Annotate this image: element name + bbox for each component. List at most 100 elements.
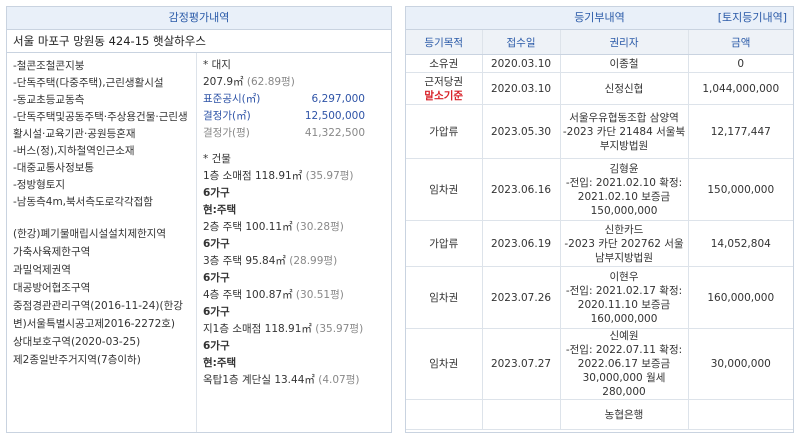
- floor-households: 6가구: [203, 272, 230, 284]
- condition-list: -철콘조철콘지붕 -단독주택(다중주택),근린생활시설 -동교초등교동측 -단독주택및…: [13, 58, 191, 211]
- zoning-item: 상대보호구역(2020-03-25): [13, 336, 141, 348]
- zoning-list: (한강)폐기물매립시설설치제한지역 가축사육제한구역 과밀억제권역 대공방어협조구역 중…: [13, 225, 191, 369]
- condition-item: -정방형토지: [13, 179, 66, 191]
- registry-holder-line: 2022.06.17 보증금: [577, 358, 671, 370]
- registry-purpose: 가압류: [429, 125, 459, 138]
- floor-row: 2층 주택 100.11㎡ (30.28평): [203, 219, 386, 236]
- registry-header: 등기부내역 [토지등기내역]: [406, 7, 793, 30]
- registry-purpose: 근저당권: [424, 75, 464, 88]
- registry-purpose: 임차권: [429, 291, 459, 304]
- registry-holder-cell: 김형윤 -전입: 2021.02.10 확정: 2021.02.10 보증금 150,…: [560, 158, 689, 221]
- registry-purpose: 소유권: [429, 57, 459, 70]
- registry-title: 등기부내역: [574, 11, 625, 24]
- building-label: * 건물: [203, 153, 231, 165]
- condition-item: -대중교통사정보통: [13, 162, 95, 174]
- registry-purpose: 임차권: [429, 183, 459, 196]
- registry-amount: 12,177,447: [688, 104, 793, 159]
- col-date: 접수일: [482, 30, 561, 55]
- floor-current-use: 현:주택: [203, 357, 237, 369]
- registry-amount: 1,044,000,000: [688, 72, 793, 105]
- registry-holder-cell: 이현우 -전입: 2021.02.17 확정: 2020.11.10 보증금 160,…: [560, 266, 689, 329]
- floor-row: 1층 소매점 118.91㎡ (35.97평): [203, 168, 386, 185]
- official-price-label: 표준공시(㎡): [203, 93, 261, 105]
- registry-holder-line: -전입: 2021.02.10 확정:: [565, 176, 683, 189]
- registry-amount: 150,000,000: [688, 158, 793, 221]
- zoning-item: 제2종일반주거지역(7층이하): [13, 354, 141, 366]
- col-purpose: 등기목적: [406, 30, 483, 55]
- decision-pyeong-label: 결정가(평): [203, 127, 250, 139]
- zoning-item: (한강)폐기물매립시설설치제한지역: [13, 228, 167, 240]
- registry-holder-line: 남부지방법원: [595, 251, 653, 264]
- appraisal-header: 감정평가내역: [7, 7, 391, 30]
- registry-date: 2023.06.16: [482, 158, 561, 221]
- registry-holder-line: 160,000,000: [590, 312, 658, 325]
- registry-purpose: 임차권: [429, 358, 459, 370]
- registry-date: [482, 399, 561, 430]
- registry-purpose-cell: 소유권: [406, 54, 483, 73]
- land-registry-link[interactable]: [토지등기내역]: [718, 7, 787, 29]
- zoning-item: 대공방어협조구역: [13, 282, 91, 294]
- decision-price-value: 12,500,000: [304, 110, 365, 122]
- registry-purpose-cell: 근저당권 말소기준: [406, 72, 483, 105]
- registry-row: 근저당권 말소기준 2020.03.10 신정신협 1,044,000,000: [406, 72, 793, 105]
- registry-holder-line: -2023 카단 202762 서울: [564, 237, 684, 250]
- registry-date: 2023.06.19: [482, 220, 561, 267]
- registry-holder-line: 농협은행: [604, 408, 644, 421]
- registry-row: 임차권 2023.07.27 신예원 -전입: 2022.07.11 확정: 2022.…: [406, 328, 793, 400]
- registry-holder-cell: 신예원 -전입: 2022.07.11 확정: 2022.06.17 보증금 30,0…: [560, 328, 689, 400]
- condition-item: -철콘조철콘지붕: [13, 60, 85, 72]
- floor-list: 1층 소매점 118.91㎡ (35.97평) 6가구 현:주택 2층 주택 100.…: [203, 168, 386, 389]
- valuation-details: * 대지 207.9㎡ (62.89평) 표준공시(㎡) 6,297,000 결정…: [197, 53, 391, 432]
- registry-holder-line: -전입: 2022.07.11 확정:: [565, 344, 683, 356]
- registry-purpose-cell: [406, 399, 483, 430]
- property-address: 서울 마포구 망원동 424-15 햇살하우스: [7, 30, 391, 53]
- registry-row: 가압류 2023.06.19 신한카드 -2023 카단 202762 서울 남부지방법…: [406, 220, 793, 267]
- cancellation-basis-badge: 말소기준: [424, 89, 464, 102]
- floor-row: 4층 주택 100.87㎡ (30.51평): [203, 287, 386, 304]
- condition-item: -남동측4m,북서측도로각각접함: [13, 196, 153, 208]
- floor-households: 6가구: [203, 187, 230, 199]
- condition-item: -동교초등교동측: [13, 94, 85, 106]
- registry-date: 2023.05.30: [482, 104, 561, 159]
- condition-item: -단독주택및공동주택·주상용건물·근린생활시설·교육기관·공원등혼재: [13, 111, 188, 140]
- registry-row: 임차권 2023.07.26 이현우 -전입: 2021.02.17 확정: 2020.…: [406, 266, 793, 329]
- condition-item: -단독주택(다중주택),근린생활시설: [13, 77, 164, 89]
- registry-purpose-cell: 임차권: [406, 328, 483, 400]
- official-price-row: 표준공시(㎡) 6,297,000: [203, 91, 365, 108]
- registry-purpose-cell: 임차권: [406, 266, 483, 329]
- decision-price-label: 결정가(㎡): [203, 110, 251, 122]
- appraisal-panel: 감정평가내역 서울 마포구 망원동 424-15 햇살하우스 -철콘조철콘지붕 -…: [6, 6, 392, 433]
- floor-pyeong: (35.97평): [305, 170, 354, 182]
- registry-holder-line: 신정신협: [604, 82, 644, 95]
- registry-holder-line: 이종철: [609, 57, 639, 70]
- floor-pyeong: (28.99평): [289, 255, 338, 267]
- floor-households: 6가구: [203, 238, 230, 250]
- registry-holder-cell: 농협은행: [560, 399, 689, 430]
- registry-holder-line: -전입: 2021.02.17 확정:: [565, 284, 683, 297]
- registry-holder-cell: 신한카드 -2023 카단 202762 서울 남부지방법원: [560, 220, 689, 267]
- decision-price-row: 결정가(㎡) 12,500,000: [203, 108, 365, 125]
- registry-purpose: 가압류: [429, 237, 459, 250]
- floor-pyeong: (4.07평): [318, 374, 360, 386]
- appraisal-title: 감정평가내역: [168, 11, 230, 24]
- floor-current-use: 현:주택: [203, 204, 237, 216]
- zoning-item: 중점경관관리구역(2016-11-24)(한강변)서울특별시공고제2016-22…: [13, 300, 183, 330]
- registry-row: 임차권 2023.06.16 김형윤 -전입: 2021.02.10 확정: 2021.…: [406, 158, 793, 221]
- floor-desc: 지1층 소매점 118.91㎡: [203, 323, 312, 335]
- property-description: -철콘조철콘지붕 -단독주택(다중주택),근린생활시설 -동교초등교동측 -단독주택및…: [7, 53, 197, 432]
- registry-amount: [688, 399, 793, 430]
- registry-holder-cell: 신정신협: [560, 72, 689, 105]
- floor-households: 6가구: [203, 340, 230, 352]
- floor-row: 3층 주택 95.84㎡ (28.99평): [203, 253, 386, 270]
- registry-amount: 30,000,000: [688, 328, 793, 400]
- floor-households: 6가구: [203, 306, 230, 318]
- registry-row: 가압류 2023.05.30 서울우유협동조합 삼양역 -2023 카단 21484 …: [406, 104, 793, 159]
- registry-amount: 0: [688, 54, 793, 73]
- registry-purpose-cell: 임차권: [406, 158, 483, 221]
- decision-pyeong-value: 41,322,500: [304, 127, 365, 139]
- registry-table: 등기목적 접수일 권리자 금액 소유권 2020.03.10 이종철 0 근저당권 말소기…: [406, 30, 793, 430]
- registry-holder-line: 150,000,000: [590, 204, 658, 217]
- floor-desc: 옥탑1층 계단실 13.44㎡: [203, 374, 315, 386]
- registry-holder-line: 신한카드: [604, 223, 644, 236]
- registry-date: 2020.03.10: [482, 54, 561, 73]
